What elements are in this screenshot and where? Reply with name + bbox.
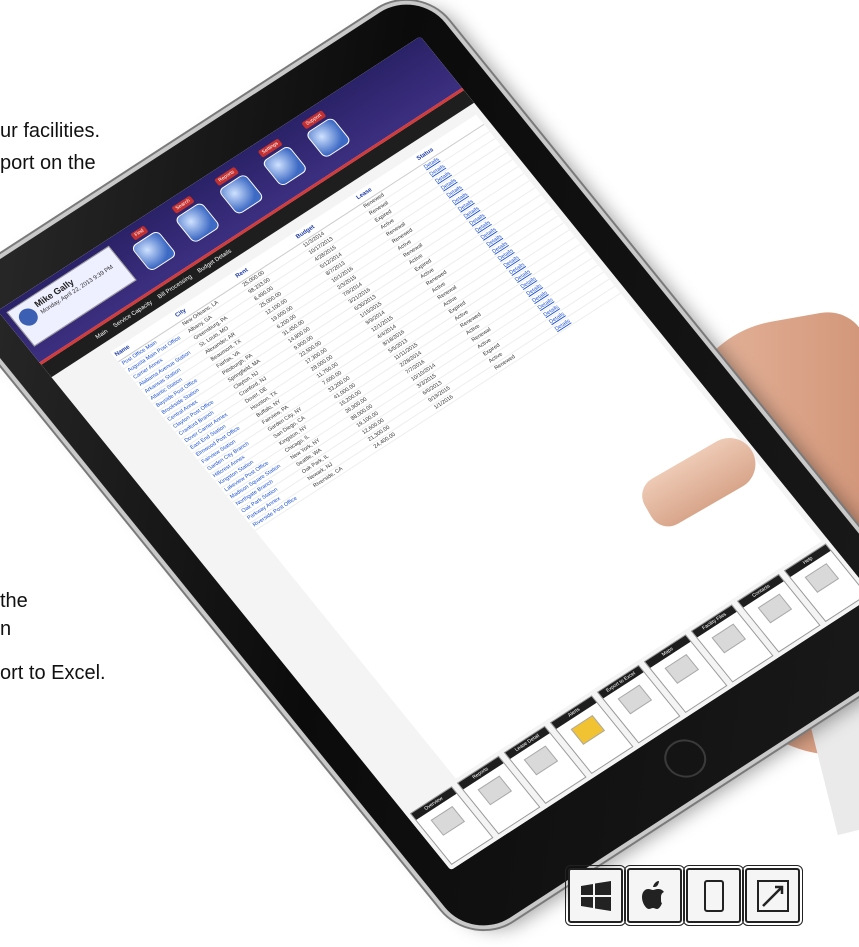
document-icon bbox=[430, 806, 465, 836]
platform-icons bbox=[565, 865, 803, 926]
windows-icon bbox=[565, 865, 626, 926]
home-button[interactable] bbox=[655, 731, 715, 786]
document-icon bbox=[477, 775, 512, 806]
slide-text-line: port on the bbox=[0, 152, 96, 174]
apple-icon bbox=[624, 865, 685, 926]
slide-text-line: ur facilities. bbox=[0, 120, 101, 142]
tablet-icon bbox=[683, 865, 744, 926]
tab-main[interactable]: Main bbox=[95, 329, 110, 341]
document-icon bbox=[804, 563, 840, 593]
document-icon bbox=[664, 654, 699, 684]
slide-text-line: the bbox=[0, 590, 28, 612]
document-icon bbox=[757, 593, 793, 624]
resize-icon bbox=[742, 865, 803, 926]
document-icon bbox=[617, 684, 653, 715]
user-name: Mike Gally bbox=[32, 277, 76, 310]
document-icon bbox=[570, 714, 606, 745]
slide-text-line: n bbox=[0, 618, 12, 640]
slide-text-line: ort to Excel. bbox=[0, 662, 106, 684]
document-icon bbox=[524, 745, 559, 776]
document-icon bbox=[711, 623, 746, 654]
